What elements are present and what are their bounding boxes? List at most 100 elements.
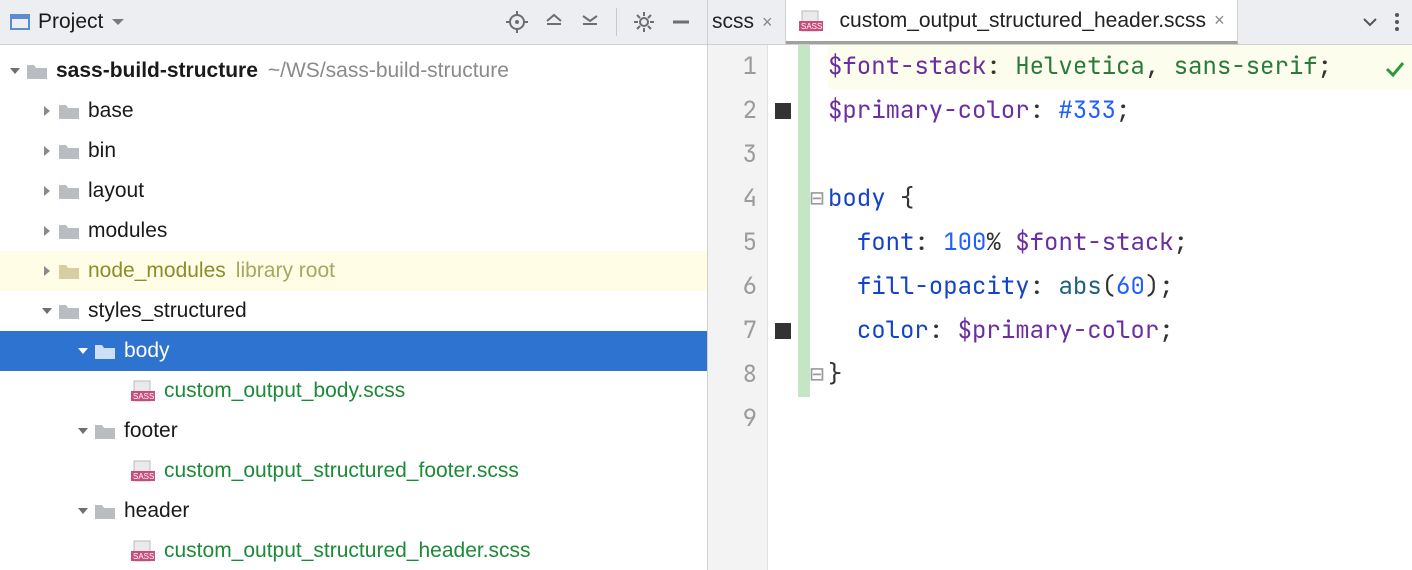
chevron-down-icon[interactable] [72, 424, 94, 438]
dropdown-chevron-icon[interactable] [111, 15, 125, 29]
tree-node-label: bin [88, 139, 116, 163]
tree-node-label: custom_output_structured_header.scss [164, 539, 531, 563]
project-panel: Project sass-build-structure ~/WS/sass-b… [0, 0, 708, 570]
code-line: color: $primary-color; [828, 309, 1412, 353]
tree-node-label: node_modules [88, 259, 226, 283]
code-line: $primary-color: #333; [828, 89, 1412, 133]
color-swatch-marker[interactable] [775, 89, 791, 133]
code-line [828, 133, 1412, 177]
code-area[interactable]: $font-stack: Helvetica, sans-serif; $pri… [824, 45, 1412, 570]
tree-file-footer-scss[interactable]: SASS custom_output_structured_footer.scs… [0, 451, 707, 491]
settings-gear-icon[interactable] [633, 11, 655, 33]
svg-text:SASS: SASS [133, 552, 154, 561]
chevron-right-icon[interactable] [36, 184, 58, 198]
tree-node-label: layout [88, 179, 144, 203]
gutter-markers [768, 45, 798, 570]
tree-folder-styles-structured[interactable]: styles_structured [0, 291, 707, 331]
editor-tab-active[interactable]: SASS custom_output_structured_header.scs… [786, 0, 1238, 44]
fold-toggle-icon[interactable]: ⊟ [810, 177, 824, 221]
tree-root[interactable]: sass-build-structure ~/WS/sass-build-str… [0, 51, 707, 91]
tree-node-hint: library root [236, 259, 335, 283]
tab-dropdown-icon[interactable] [1362, 14, 1378, 30]
folder-icon [58, 302, 80, 320]
chevron-down-icon[interactable] [4, 64, 26, 78]
tab-tools [1350, 0, 1412, 44]
project-panel-title[interactable]: Project [38, 10, 103, 34]
tree-folder-body[interactable]: body [0, 331, 707, 371]
line-number: 4 [708, 177, 757, 221]
expand-all-icon[interactable] [544, 12, 564, 32]
line-number: 7 [708, 309, 757, 353]
folder-icon [58, 222, 80, 240]
line-number: 9 [708, 397, 757, 441]
code-line: $font-stack: Helvetica, sans-serif; [828, 45, 1412, 89]
project-view-icon [10, 12, 30, 32]
tab-label: custom_output_structured_header.scss [840, 9, 1207, 33]
tree-node-label: sass-build-structure [56, 59, 258, 83]
chevron-down-icon[interactable] [72, 504, 94, 518]
tree-folder-modules[interactable]: modules [0, 211, 707, 251]
close-tab-icon[interactable]: × [1214, 10, 1225, 31]
tree-folder-header[interactable]: header [0, 491, 707, 531]
sass-file-icon: SASS [130, 380, 156, 402]
close-tab-icon[interactable]: × [762, 12, 773, 33]
code-line: fill-opacity: abs(60); [828, 265, 1412, 309]
tree-node-label: styles_structured [88, 299, 247, 323]
fold-end-icon: ⊟ [810, 353, 824, 397]
more-options-icon[interactable] [1394, 12, 1400, 32]
locate-target-icon[interactable] [506, 11, 528, 33]
editor-body: 1 2 3 4 5 6 7 8 9 ⊟ ⊟ [708, 45, 1412, 570]
chevron-down-icon[interactable] [36, 304, 58, 318]
tree-node-label: footer [124, 419, 178, 443]
folder-icon [58, 102, 80, 120]
line-number: 6 [708, 265, 757, 309]
svg-text:SASS: SASS [133, 392, 154, 401]
tree-node-label: base [88, 99, 134, 123]
folder-icon [58, 142, 80, 160]
tree-node-label: header [124, 499, 189, 523]
code-line [828, 397, 1412, 441]
folder-icon [58, 182, 80, 200]
tree-folder-layout[interactable]: layout [0, 171, 707, 211]
chevron-right-icon[interactable] [36, 144, 58, 158]
tree-folder-bin[interactable]: bin [0, 131, 707, 171]
tree-folder-node-modules[interactable]: node_modules library root [0, 251, 707, 291]
chevron-right-icon[interactable] [36, 104, 58, 118]
tree-folder-footer[interactable]: footer [0, 411, 707, 451]
line-number: 5 [708, 221, 757, 265]
sass-file-icon: SASS [798, 10, 824, 32]
svg-text:SASS: SASS [133, 472, 154, 481]
tree-folder-base[interactable]: base [0, 91, 707, 131]
line-number-gutter[interactable]: 1 2 3 4 5 6 7 8 9 [708, 45, 768, 570]
tree-node-label: custom_output_body.scss [164, 379, 405, 403]
code-line: } [828, 353, 1412, 397]
inspection-ok-icon[interactable] [1384, 51, 1406, 95]
project-tree[interactable]: sass-build-structure ~/WS/sass-build-str… [0, 45, 707, 570]
hide-panel-icon[interactable] [671, 12, 691, 32]
chevron-right-icon[interactable] [36, 224, 58, 238]
line-number: 1 [708, 45, 757, 89]
tree-file-header-scss[interactable]: SASS custom_output_structured_header.scs… [0, 531, 707, 570]
folder-icon [94, 502, 116, 520]
chevron-down-icon[interactable] [72, 344, 94, 358]
tree-node-label: custom_output_structured_footer.scss [164, 459, 519, 483]
project-panel-header: Project [0, 0, 707, 45]
editor-tab-partial[interactable]: scss × [708, 0, 786, 44]
editor-area: scss × SASS custom_output_structured_hea… [708, 0, 1412, 570]
code-line: font: 100% $font-stack; [828, 221, 1412, 265]
tree-node-label: modules [88, 219, 167, 243]
toolbar-separator [616, 8, 617, 36]
code-line: body { [828, 177, 1412, 221]
line-number: 2 [708, 89, 757, 133]
folder-icon [94, 342, 116, 360]
tree-file-body-scss[interactable]: SASS custom_output_body.scss [0, 371, 707, 411]
library-folder-icon [58, 262, 80, 280]
tree-node-hint: ~/WS/sass-build-structure [268, 59, 509, 83]
collapse-all-icon[interactable] [580, 12, 600, 32]
vcs-change-strip [798, 45, 810, 397]
color-swatch-marker[interactable] [775, 309, 791, 353]
line-number: 8 [708, 353, 757, 397]
folder-icon [26, 62, 48, 80]
chevron-right-icon[interactable] [36, 264, 58, 278]
sass-file-icon: SASS [130, 540, 156, 562]
